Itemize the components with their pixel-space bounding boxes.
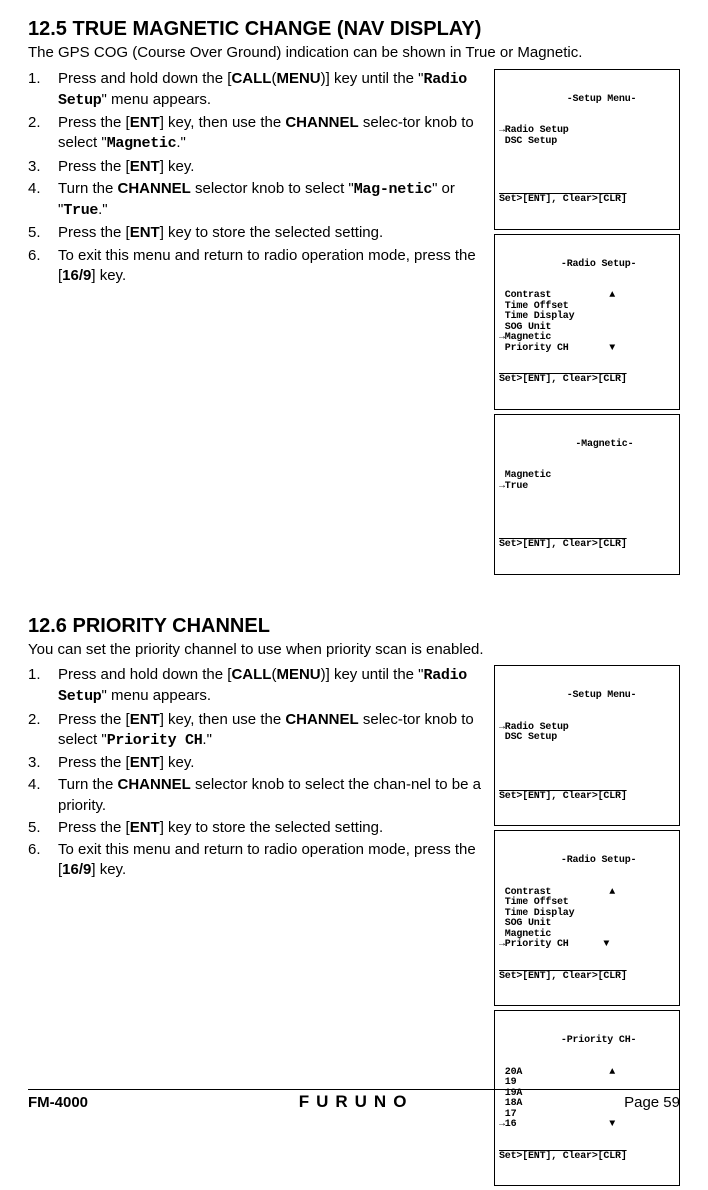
step-3: Press the [ENT] key. (28, 157, 486, 177)
lcd-screen-setup-menu: -Setup Menu- →Radio Setup DSC Setup Set>… (494, 69, 680, 230)
step-1: Press and hold down the [CALL(MENU)] key… (28, 69, 486, 112)
page-footer: FM-4000 FURUNO Page 59 (28, 1089, 680, 1112)
step-6: To exit this menu and return to radio op… (28, 840, 486, 881)
lcd-screen-magnetic: -Magnetic- Magnetic →True Set>[ENT], Cle… (494, 414, 680, 575)
step-6: To exit this menu and return to radio op… (28, 246, 486, 287)
lcd-screen-radio-setup: -Radio Setup- Contrast ▲ Time Offset Tim… (494, 234, 680, 410)
section-heading-12-6: 12.6 PRIORITY CHANNEL (28, 615, 680, 638)
model-label: FM-4000 (28, 1094, 88, 1111)
lcd-screen-radio-setup-2: -Radio Setup- Contrast ▲ Time Offset Tim… (494, 830, 680, 1006)
step-2: Press the [ENT] key, then use the CHANNE… (28, 113, 486, 155)
brand-logo: FURUNO (299, 1092, 414, 1112)
section-heading-12-5: 12.5 TRUE MAGNETIC CHANGE (NAV DISPLAY) (28, 18, 680, 41)
step-5: Press the [ENT] key to store the selecte… (28, 223, 486, 243)
step-2: Press the [ENT] key, then use the CHANNE… (28, 710, 486, 752)
section-intro-12-6: You can set the priority channel to use … (28, 640, 680, 660)
step-4: Turn the CHANNEL selector knob to select… (28, 179, 486, 222)
step-1: Press and hold down the [CALL(MENU)] key… (28, 665, 486, 708)
steps-list-12-6: Press and hold down the [CALL(MENU)] key… (28, 665, 486, 881)
step-4: Turn the CHANNEL selector knob to select… (28, 775, 486, 816)
section-intro-12-5: The GPS COG (Course Over Ground) indicat… (28, 43, 680, 63)
step-5: Press the [ENT] key to store the selecte… (28, 818, 486, 838)
steps-list-12-5: Press and hold down the [CALL(MENU)] key… (28, 69, 486, 287)
step-3: Press the [ENT] key. (28, 753, 486, 773)
lcd-screen-setup-menu-2: -Setup Menu- →Radio Setup DSC Setup Set>… (494, 665, 680, 826)
page-number: Page 59 (624, 1094, 680, 1111)
